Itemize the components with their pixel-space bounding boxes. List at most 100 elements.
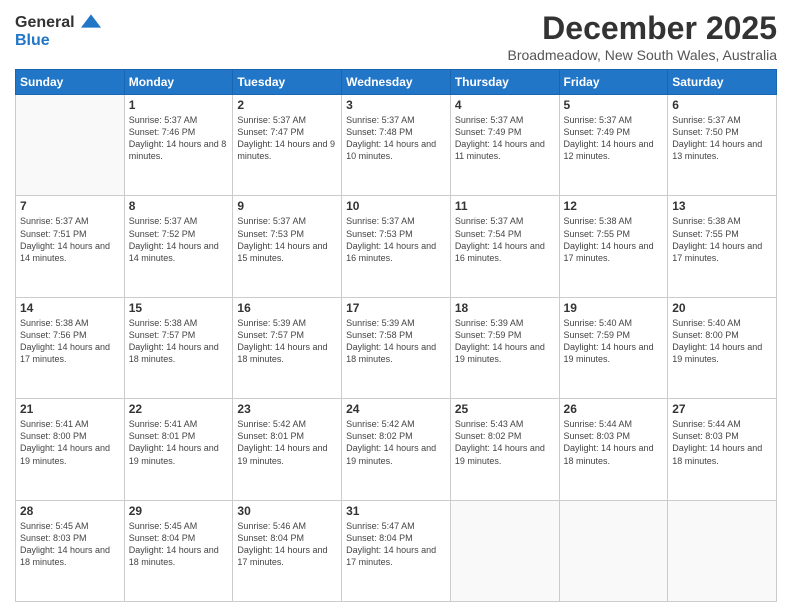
day-info: Sunrise: 5:38 AM Sunset: 7:55 PM Dayligh… (672, 215, 772, 264)
calendar-week-row: 1 Sunrise: 5:37 AM Sunset: 7:46 PM Dayli… (16, 95, 777, 196)
table-row: 21 Sunrise: 5:41 AM Sunset: 8:00 PM Dayl… (16, 399, 125, 500)
table-row: 27 Sunrise: 5:44 AM Sunset: 8:03 PM Dayl… (668, 399, 777, 500)
sunset: Sunset: 8:03 PM (20, 532, 120, 544)
day-info: Sunrise: 5:45 AM Sunset: 8:04 PM Dayligh… (129, 520, 229, 569)
header-monday: Monday (124, 70, 233, 95)
daylight: Daylight: 14 hours and 18 minutes. (20, 544, 120, 568)
sunset: Sunset: 7:55 PM (672, 228, 772, 240)
day-info: Sunrise: 5:37 AM Sunset: 7:49 PM Dayligh… (564, 114, 664, 163)
day-info: Sunrise: 5:37 AM Sunset: 7:53 PM Dayligh… (237, 215, 337, 264)
sunset: Sunset: 7:59 PM (564, 329, 664, 341)
sunset: Sunset: 7:53 PM (237, 228, 337, 240)
sunrise: Sunrise: 5:37 AM (346, 114, 446, 126)
table-row: 22 Sunrise: 5:41 AM Sunset: 8:01 PM Dayl… (124, 399, 233, 500)
daylight: Daylight: 14 hours and 17 minutes. (237, 544, 337, 568)
table-row: 28 Sunrise: 5:45 AM Sunset: 8:03 PM Dayl… (16, 500, 125, 601)
table-row: 26 Sunrise: 5:44 AM Sunset: 8:03 PM Dayl… (559, 399, 668, 500)
table-row: 30 Sunrise: 5:46 AM Sunset: 8:04 PM Dayl… (233, 500, 342, 601)
sunrise: Sunrise: 5:38 AM (20, 317, 120, 329)
daylight: Daylight: 14 hours and 17 minutes. (20, 341, 120, 365)
sunset: Sunset: 8:03 PM (564, 430, 664, 442)
day-info: Sunrise: 5:47 AM Sunset: 8:04 PM Dayligh… (346, 520, 446, 569)
calendar-week-row: 14 Sunrise: 5:38 AM Sunset: 7:56 PM Dayl… (16, 297, 777, 398)
sunrise: Sunrise: 5:37 AM (237, 215, 337, 227)
sunrise: Sunrise: 5:42 AM (346, 418, 446, 430)
table-row: 8 Sunrise: 5:37 AM Sunset: 7:52 PM Dayli… (124, 196, 233, 297)
sunrise: Sunrise: 5:37 AM (129, 114, 229, 126)
day-number: 23 (237, 402, 337, 416)
day-number: 13 (672, 199, 772, 213)
day-info: Sunrise: 5:41 AM Sunset: 8:00 PM Dayligh… (20, 418, 120, 467)
daylight: Daylight: 14 hours and 19 minutes. (455, 442, 555, 466)
day-number: 15 (129, 301, 229, 315)
day-number: 11 (455, 199, 555, 213)
sunrise: Sunrise: 5:39 AM (237, 317, 337, 329)
header-saturday: Saturday (668, 70, 777, 95)
daylight: Daylight: 14 hours and 19 minutes. (455, 341, 555, 365)
day-info: Sunrise: 5:44 AM Sunset: 8:03 PM Dayligh… (564, 418, 664, 467)
day-number: 20 (672, 301, 772, 315)
sunset: Sunset: 8:04 PM (129, 532, 229, 544)
calendar-header-row: Sunday Monday Tuesday Wednesday Thursday… (16, 70, 777, 95)
header-thursday: Thursday (450, 70, 559, 95)
table-row: 25 Sunrise: 5:43 AM Sunset: 8:02 PM Dayl… (450, 399, 559, 500)
table-row: 4 Sunrise: 5:37 AM Sunset: 7:49 PM Dayli… (450, 95, 559, 196)
day-number: 17 (346, 301, 446, 315)
header: General Blue December 2025 Broadmeadow, … (15, 10, 777, 63)
sunrise: Sunrise: 5:40 AM (672, 317, 772, 329)
sunrise: Sunrise: 5:45 AM (20, 520, 120, 532)
day-number: 28 (20, 504, 120, 518)
day-number: 14 (20, 301, 120, 315)
day-number: 19 (564, 301, 664, 315)
table-row: 29 Sunrise: 5:45 AM Sunset: 8:04 PM Dayl… (124, 500, 233, 601)
day-info: Sunrise: 5:39 AM Sunset: 7:59 PM Dayligh… (455, 317, 555, 366)
daylight: Daylight: 14 hours and 8 minutes. (129, 138, 229, 162)
calendar: Sunday Monday Tuesday Wednesday Thursday… (15, 69, 777, 602)
sunset: Sunset: 7:58 PM (346, 329, 446, 341)
sunset: Sunset: 8:04 PM (346, 532, 446, 544)
day-info: Sunrise: 5:42 AM Sunset: 8:02 PM Dayligh… (346, 418, 446, 467)
day-info: Sunrise: 5:42 AM Sunset: 8:01 PM Dayligh… (237, 418, 337, 467)
day-info: Sunrise: 5:37 AM Sunset: 7:53 PM Dayligh… (346, 215, 446, 264)
calendar-week-row: 7 Sunrise: 5:37 AM Sunset: 7:51 PM Dayli… (16, 196, 777, 297)
daylight: Daylight: 14 hours and 11 minutes. (455, 138, 555, 162)
day-number: 31 (346, 504, 446, 518)
daylight: Daylight: 14 hours and 18 minutes. (237, 341, 337, 365)
calendar-week-row: 28 Sunrise: 5:45 AM Sunset: 8:03 PM Dayl… (16, 500, 777, 601)
sunrise: Sunrise: 5:37 AM (455, 215, 555, 227)
page: General Blue December 2025 Broadmeadow, … (0, 0, 792, 612)
table-row: 6 Sunrise: 5:37 AM Sunset: 7:50 PM Dayli… (668, 95, 777, 196)
sunset: Sunset: 7:49 PM (564, 126, 664, 138)
day-number: 18 (455, 301, 555, 315)
sunset: Sunset: 7:46 PM (129, 126, 229, 138)
daylight: Daylight: 14 hours and 18 minutes. (129, 341, 229, 365)
header-friday: Friday (559, 70, 668, 95)
table-row: 3 Sunrise: 5:37 AM Sunset: 7:48 PM Dayli… (342, 95, 451, 196)
table-row: 7 Sunrise: 5:37 AM Sunset: 7:51 PM Dayli… (16, 196, 125, 297)
sunrise: Sunrise: 5:38 AM (672, 215, 772, 227)
day-info: Sunrise: 5:44 AM Sunset: 8:03 PM Dayligh… (672, 418, 772, 467)
sunset: Sunset: 8:01 PM (129, 430, 229, 442)
table-row: 20 Sunrise: 5:40 AM Sunset: 8:00 PM Dayl… (668, 297, 777, 398)
daylight: Daylight: 14 hours and 12 minutes. (564, 138, 664, 162)
day-number: 6 (672, 98, 772, 112)
subtitle: Broadmeadow, New South Wales, Australia (507, 47, 777, 63)
sunset: Sunset: 7:48 PM (346, 126, 446, 138)
day-number: 29 (129, 504, 229, 518)
daylight: Daylight: 14 hours and 18 minutes. (129, 544, 229, 568)
table-row: 12 Sunrise: 5:38 AM Sunset: 7:55 PM Dayl… (559, 196, 668, 297)
sunset: Sunset: 7:54 PM (455, 228, 555, 240)
daylight: Daylight: 14 hours and 18 minutes. (672, 442, 772, 466)
table-row: 5 Sunrise: 5:37 AM Sunset: 7:49 PM Dayli… (559, 95, 668, 196)
sunrise: Sunrise: 5:37 AM (129, 215, 229, 227)
day-number: 30 (237, 504, 337, 518)
day-number: 12 (564, 199, 664, 213)
daylight: Daylight: 14 hours and 14 minutes. (20, 240, 120, 264)
day-info: Sunrise: 5:43 AM Sunset: 8:02 PM Dayligh… (455, 418, 555, 467)
table-row: 16 Sunrise: 5:39 AM Sunset: 7:57 PM Dayl… (233, 297, 342, 398)
sunrise: Sunrise: 5:39 AM (455, 317, 555, 329)
day-number: 8 (129, 199, 229, 213)
sunset: Sunset: 7:53 PM (346, 228, 446, 240)
day-info: Sunrise: 5:41 AM Sunset: 8:01 PM Dayligh… (129, 418, 229, 467)
daylight: Daylight: 14 hours and 18 minutes. (346, 341, 446, 365)
